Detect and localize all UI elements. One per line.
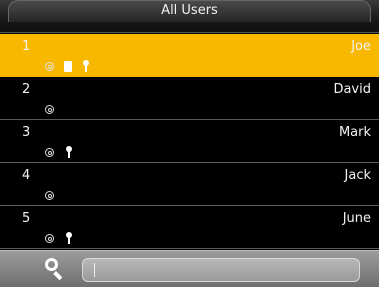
user-list: 1 Joe 2 David 3 Mark 4 Jack 5 June bbox=[0, 34, 379, 249]
page-title: All Users bbox=[161, 3, 218, 18]
search-input[interactable] bbox=[82, 258, 360, 282]
fingerprint-icon bbox=[45, 104, 54, 114]
user-name: David bbox=[333, 82, 371, 97]
verification-icons bbox=[45, 102, 64, 116]
verification-icons bbox=[45, 145, 82, 159]
user-number: 3 bbox=[22, 125, 31, 140]
user-row[interactable]: 2 David bbox=[0, 77, 379, 120]
user-number: 2 bbox=[22, 82, 31, 97]
key-icon bbox=[83, 60, 89, 72]
user-list-screen: All Users 1 Joe 2 David 3 Mark 4 Jack 5 June bbox=[0, 0, 379, 287]
user-number: 1 bbox=[22, 39, 31, 54]
verification-icons bbox=[45, 231, 82, 245]
user-number: 5 bbox=[22, 211, 31, 226]
card-icon bbox=[64, 60, 72, 72]
search-bar bbox=[0, 250, 379, 287]
text-cursor bbox=[94, 263, 95, 277]
title-bar: All Users bbox=[0, 0, 379, 33]
fingerprint-icon bbox=[45, 190, 54, 200]
key-icon bbox=[66, 146, 72, 158]
key-icon bbox=[66, 232, 72, 244]
fingerprint-icon bbox=[45, 61, 54, 71]
user-name: Mark bbox=[338, 125, 371, 140]
user-row[interactable]: 1 Joe bbox=[0, 34, 379, 77]
user-name: Jack bbox=[344, 168, 371, 183]
user-row[interactable]: 5 June bbox=[0, 206, 379, 249]
user-row[interactable]: 4 Jack bbox=[0, 163, 379, 206]
search-icon[interactable] bbox=[45, 258, 67, 281]
verification-icons bbox=[45, 188, 64, 202]
user-row[interactable]: 3 Mark bbox=[0, 120, 379, 163]
fingerprint-icon bbox=[45, 147, 54, 157]
user-name: Joe bbox=[351, 39, 371, 54]
user-name: June bbox=[342, 211, 371, 226]
user-number: 4 bbox=[22, 168, 31, 183]
verification-icons bbox=[45, 59, 99, 73]
fingerprint-icon bbox=[45, 233, 54, 243]
